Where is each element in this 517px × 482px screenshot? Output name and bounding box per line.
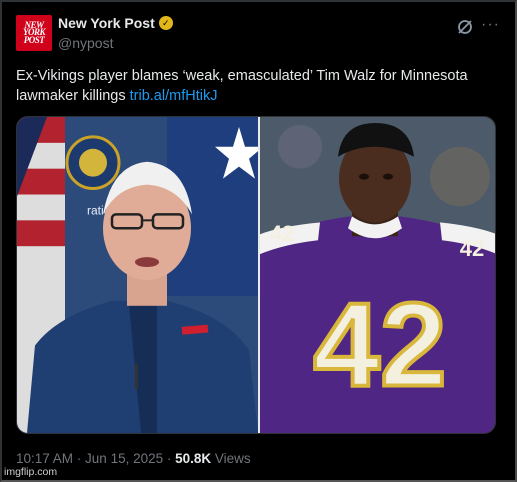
media-grid[interactable]: ration 42 42 42 bbox=[16, 116, 496, 434]
photo-left[interactable]: ration bbox=[17, 117, 258, 433]
jersey-number: 42 bbox=[313, 279, 446, 412]
avatar-line-3: POST bbox=[23, 34, 45, 45]
views-label: Views bbox=[211, 451, 251, 466]
avatar[interactable]: NEW YORK POST bbox=[16, 15, 52, 51]
account-name-row: New York Post ✓ bbox=[58, 15, 173, 31]
sleeve-number-right: 42 bbox=[460, 236, 484, 261]
grok-icon[interactable] bbox=[456, 18, 474, 36]
tweet-body: Ex-Vikings player blames ‘weak, emascula… bbox=[16, 68, 468, 104]
account-handle[interactable]: @nypost bbox=[58, 35, 113, 51]
meta-separator: · bbox=[163, 451, 176, 466]
tweet-text: Ex-Vikings player blames ‘weak, emascula… bbox=[16, 66, 496, 106]
meta-separator: · bbox=[73, 451, 86, 466]
sleeve-number-left: 42 bbox=[270, 221, 294, 246]
account-name[interactable]: New York Post bbox=[58, 15, 155, 31]
more-icon[interactable]: ··· bbox=[481, 16, 500, 34]
post-meta: 10:17 AM · Jun 15, 2025 · 50.8K Views bbox=[16, 451, 251, 466]
verified-badge-icon[interactable]: ✓ bbox=[158, 16, 173, 30]
photo-right[interactable]: 42 42 42 bbox=[260, 117, 496, 433]
post-time[interactable]: 10:17 AM bbox=[16, 451, 73, 466]
views-count: 50.8K bbox=[175, 451, 212, 466]
watermark: imgflip.com bbox=[4, 466, 58, 478]
post-date[interactable]: Jun 15, 2025 bbox=[85, 451, 163, 466]
tweet-link[interactable]: trib.al/mfHtikJ bbox=[130, 88, 218, 104]
